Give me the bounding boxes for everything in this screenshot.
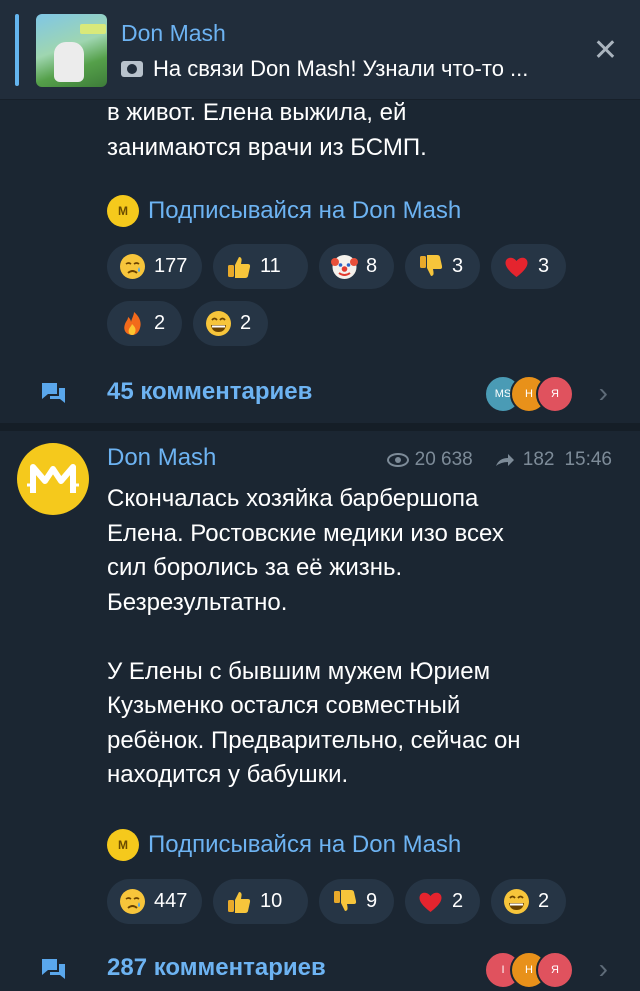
subscribe-label: Подписывайся на Don Mash [148, 831, 462, 858]
text-line: сил боролись за её жизнь. [107, 554, 403, 581]
crying-face-icon [119, 888, 146, 915]
thumbs-down-icon [417, 253, 444, 280]
reaction-grinning[interactable]: 2 [491, 879, 566, 924]
pinned-message-bar[interactable]: Don Mash На связи Don Mash! Узнали что-т… [0, 0, 640, 100]
shares-count: 182 [522, 449, 555, 470]
reaction-heart[interactable]: 2 [405, 879, 480, 924]
reaction-count: 2 [154, 312, 166, 334]
crying-face-icon [119, 253, 146, 280]
post-time: 15:46 [564, 449, 612, 470]
reaction-crying[interactable]: 447 [107, 879, 202, 924]
text-line: ребёнок. Предварительно, сейчас он [107, 726, 521, 754]
text-line: Безрезультатно. [107, 588, 288, 616]
pinned-preview-text: На связи Don Mash! Узнали что-то ... [153, 56, 529, 81]
post-author[interactable]: Don Mash [107, 444, 216, 472]
commenter-avatar: Я [536, 951, 574, 989]
post-meta: 20 638 182 15:46 [386, 449, 612, 471]
reaction-thumbs-up[interactable]: 11 [213, 244, 308, 289]
reaction-count: 3 [452, 255, 464, 277]
red-heart-icon [503, 253, 530, 280]
thumbnail-caption-sign [80, 24, 106, 34]
commenter-avatars: I Н Я [484, 951, 574, 989]
reaction-count: 10 [260, 890, 283, 912]
text-line: находится у бабушки. [107, 761, 349, 788]
mash-emoji-icon: M [107, 195, 139, 227]
reaction-crying[interactable]: 177 [107, 244, 202, 289]
reaction-count: 11 [260, 255, 281, 277]
reaction-count: 3 [538, 255, 550, 277]
text-line [107, 620, 521, 655]
post1-comments-row[interactable]: 45 комментариев MS Н Я › [0, 370, 640, 418]
thumbs-up-icon [225, 253, 252, 280]
pinned-indicator [15, 14, 19, 86]
views-eye-icon [386, 453, 409, 467]
chevron-right-icon: › [598, 953, 608, 984]
fire-icon [119, 310, 146, 337]
post2-text: Скончалась хозяйка барбершопа Елена. Рос… [107, 482, 521, 793]
comments-icon [42, 959, 65, 979]
grinning-face-icon [503, 888, 530, 915]
text-line: Кузьменко остался совместный [107, 692, 461, 719]
subscribe-link[interactable]: M Подписывайся на Don Mash [107, 194, 461, 228]
cat-mascot-image [54, 42, 84, 82]
don-mash-logo-icon [27, 464, 79, 493]
message-divider [0, 423, 640, 431]
thumbs-up-icon [225, 888, 252, 915]
red-heart-icon [417, 888, 444, 915]
reaction-thumbs-up[interactable]: 10 [213, 879, 308, 924]
reaction-clown[interactable]: 8 [319, 244, 394, 289]
reaction-fire[interactable]: 2 [107, 301, 182, 346]
commenter-avatar: Я [536, 375, 574, 413]
camera-icon [121, 61, 143, 77]
clown-face-icon [331, 253, 358, 280]
reaction-count: 2 [240, 312, 252, 334]
pinned-title: Don Mash [121, 20, 226, 46]
reaction-count: 8 [366, 255, 378, 277]
grinning-face-icon [205, 310, 232, 337]
thumbs-down-icon [331, 888, 358, 915]
views-count: 20 638 [414, 449, 473, 470]
post2-reactions: 447 10 9 2 2 [107, 879, 577, 924]
text-line: У Елены с бывшим мужем Юрием [107, 657, 491, 685]
share-arrow-icon [495, 454, 514, 466]
text-line: занимаются врачи из БСМП. [107, 133, 427, 161]
pinned-thumbnail [36, 14, 107, 87]
reaction-count: 447 [154, 890, 188, 912]
text-line: в живот. Елена выжила, ей [107, 99, 407, 126]
close-icon[interactable]: ✕ [593, 36, 618, 66]
reaction-count: 9 [366, 890, 378, 912]
reaction-count: 2 [538, 890, 550, 912]
reaction-thumbs-down[interactable]: 9 [319, 879, 394, 924]
comments-count-label: 287 комментариев [107, 954, 326, 981]
reaction-count: 2 [452, 890, 464, 912]
mash-emoji-icon: M [107, 829, 139, 861]
text-line: Скончалась хозяйка барбершопа [107, 485, 479, 512]
reaction-count: 177 [154, 255, 188, 277]
chevron-right-icon: › [598, 377, 608, 408]
commenter-avatars: MS Н Я [484, 375, 574, 413]
reaction-heart[interactable]: 3 [491, 244, 566, 289]
subscribe-label: Подписывайся на Don Mash [148, 197, 462, 224]
reaction-thumbs-down[interactable]: 3 [405, 244, 480, 289]
post2-comments-row[interactable]: 287 комментариев I Н Я › [0, 946, 640, 991]
text-line: Елена. Ростовские медики изо всех [107, 519, 504, 547]
comments-icon [42, 383, 65, 403]
post1-text: в живот. Елена выжила, ей занимаются вра… [107, 96, 427, 165]
pinned-preview: На связи Don Mash! Узнали что-то ... [121, 56, 528, 82]
post1-reactions: 177 11 8 3 3 2 2 [107, 244, 577, 346]
comments-count-label: 45 комментариев [107, 378, 313, 405]
subscribe-link[interactable]: M Подписывайся на Don Mash [107, 828, 461, 862]
reaction-grinning[interactable]: 2 [193, 301, 268, 346]
channel-avatar[interactable] [17, 443, 89, 515]
